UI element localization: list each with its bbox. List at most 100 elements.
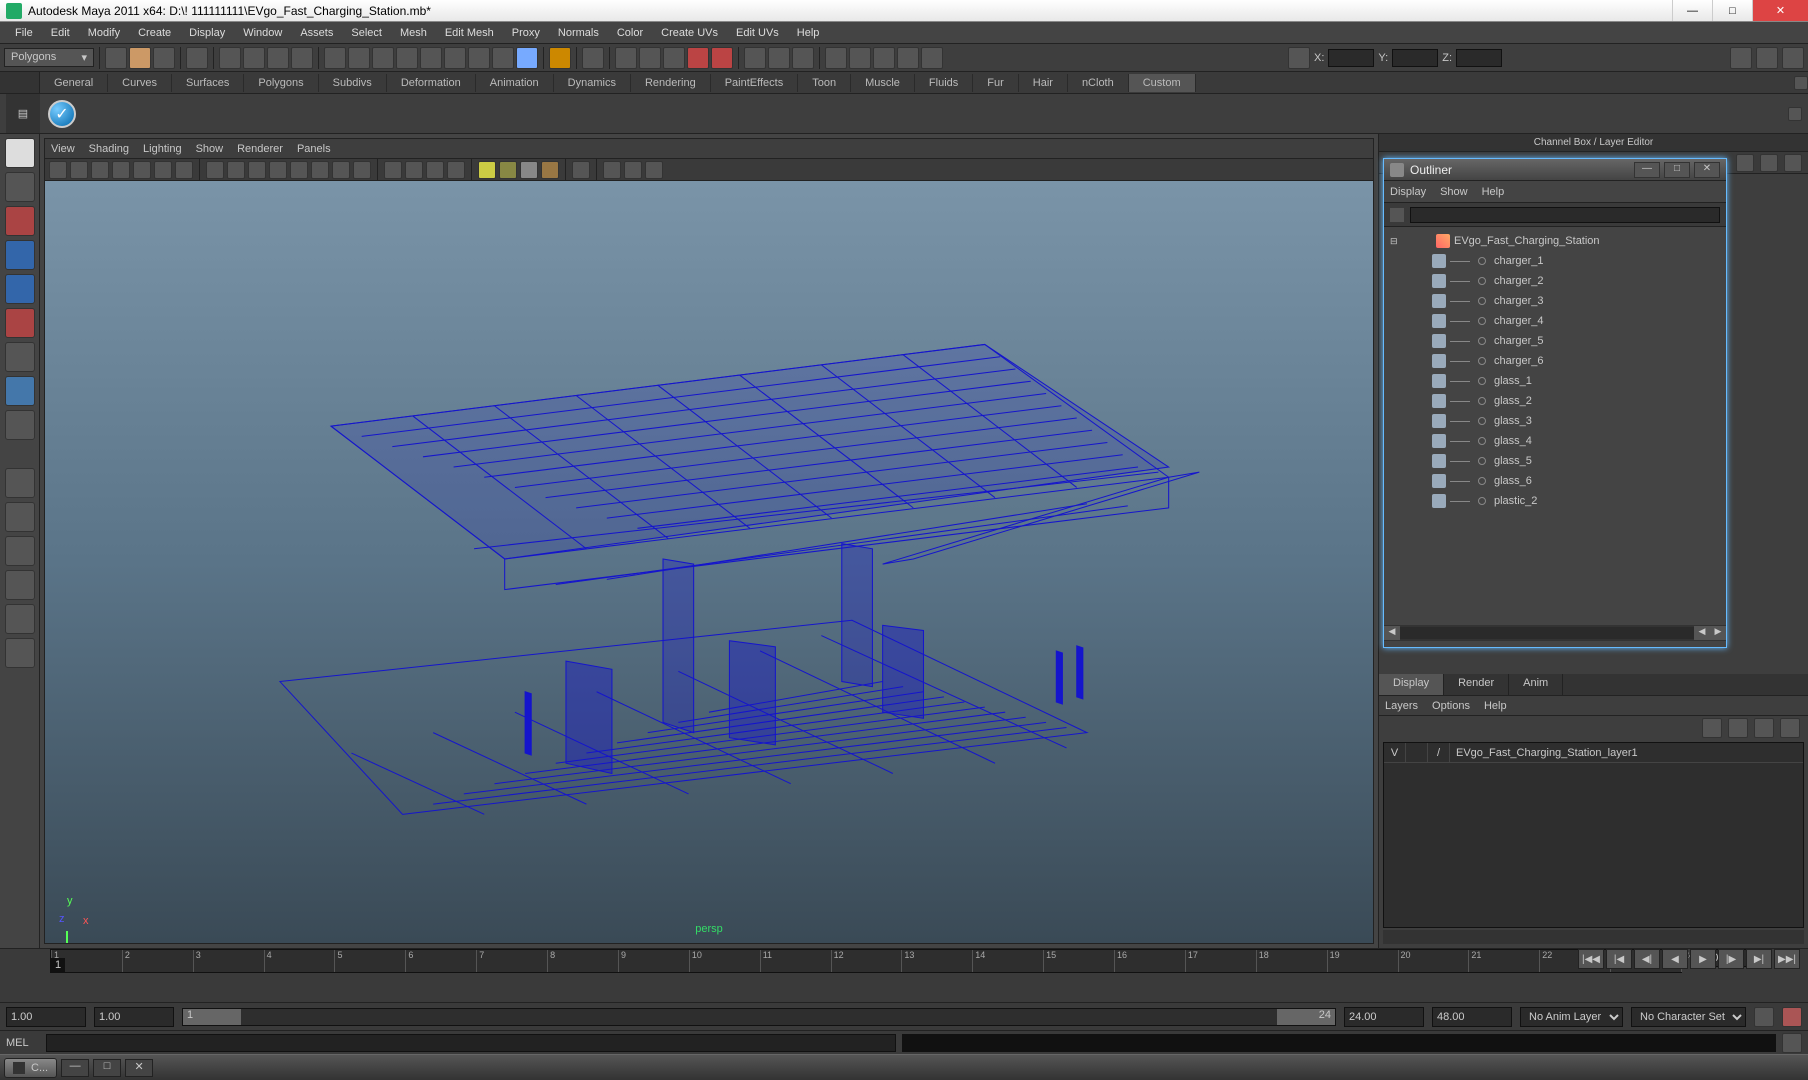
layer-tool-icon[interactable] [1780,718,1800,738]
cb-tool-icon[interactable] [1784,154,1802,172]
taskbar-maximize-button[interactable]: □ [93,1059,121,1077]
scroll-left-icon[interactable]: ◀ [1384,626,1400,640]
maximize-button[interactable]: □ [1712,0,1752,21]
render-icon[interactable] [639,47,661,69]
shelf-tab-fluids[interactable]: Fluids [915,74,973,92]
vp-shading-icon[interactable] [227,161,245,179]
snap-live-icon[interactable] [420,47,442,69]
vp-tool-icon[interactable] [112,161,130,179]
shelf-tab-rendering[interactable]: Rendering [631,74,711,92]
layer-tab-anim[interactable]: Anim [1509,674,1563,695]
menu-modify[interactable]: Modify [79,24,129,42]
ipr-icon[interactable] [663,47,685,69]
anim-layer-select[interactable]: No Anim Layer [1520,1007,1623,1027]
open-scene-icon[interactable] [129,47,151,69]
scroll-right-icon[interactable]: ◀ [1694,626,1710,640]
cmd-language-label[interactable]: MEL [6,1037,40,1049]
shelf-scroll-down-icon[interactable] [1788,107,1802,121]
render-globals-icon[interactable] [687,47,709,69]
outliner-titlebar[interactable]: Outliner — □ ✕ [1384,159,1726,181]
layout-single-icon[interactable] [5,468,35,498]
shelf-tab-hair[interactable]: Hair [1019,74,1068,92]
current-frame-marker[interactable]: 1 [51,958,65,972]
rotate-tool-icon[interactable] [5,274,35,304]
outliner-maximize-button[interactable]: □ [1664,162,1690,178]
vp-light-icon[interactable] [384,161,402,179]
vp-shading-icon[interactable] [332,161,350,179]
shelf-tab-muscle[interactable]: Muscle [851,74,915,92]
script-editor-icon[interactable] [1782,1033,1802,1053]
anim-start-field[interactable] [6,1007,86,1027]
vp-light-icon[interactable] [520,161,538,179]
snap-icon[interactable] [468,47,490,69]
outliner-node[interactable]: glass_1 [1384,371,1726,391]
autokey-icon[interactable] [1754,1007,1774,1027]
menu-edituvs[interactable]: Edit UVs [727,24,788,42]
menu-color[interactable]: Color [608,24,652,42]
outliner-hscrollbar[interactable]: ◀ ◀ ▶ [1384,625,1726,641]
minimize-button[interactable]: — [1672,0,1712,21]
layer-tab-display[interactable]: Display [1379,674,1444,695]
menu-select[interactable]: Select [342,24,391,42]
history-icon[interactable] [549,47,571,69]
layer-tool-icon[interactable] [1728,718,1748,738]
vp-misc-icon[interactable] [603,161,621,179]
outliner-node[interactable]: charger_5 [1384,331,1726,351]
shelf-tab-toon[interactable]: Toon [798,74,851,92]
menu-normals[interactable]: Normals [549,24,608,42]
shelf-tab-polygons[interactable]: Polygons [244,74,318,92]
outliner-node-root[interactable]: ⊟ EVgo_Fast_Charging_Station [1384,231,1726,251]
outliner-menu-show[interactable]: Show [1440,186,1468,198]
layer-visibility-toggle[interactable]: V [1384,743,1406,762]
taskbar-item[interactable]: C... [4,1058,57,1078]
taskbar-close-button[interactable]: ✕ [125,1059,153,1077]
shelf-tab-curves[interactable]: Curves [108,74,172,92]
vp-shading-icon[interactable] [269,161,287,179]
outliner-node[interactable]: charger_1 [1384,251,1726,271]
play-back-button[interactable]: ◀ [1662,949,1688,969]
menu-create[interactable]: Create [129,24,180,42]
move-tool-icon[interactable] [5,240,35,270]
menu-set-selector[interactable]: Polygons▾ [4,48,94,67]
anim-end-field[interactable] [1432,1007,1512,1027]
snap-curve-icon[interactable] [348,47,370,69]
menu-edit[interactable]: Edit [42,24,79,42]
panel-icon[interactable] [897,47,919,69]
paint-select-tool-icon[interactable] [5,206,35,236]
layout-four-icon[interactable] [5,502,35,532]
vp-light-icon[interactable] [447,161,465,179]
menu-window[interactable]: Window [234,24,291,42]
snap-plane-icon[interactable] [396,47,418,69]
layer-menu-layers[interactable]: Layers [1385,700,1418,712]
vp-tool-icon[interactable] [70,161,88,179]
save-scene-icon[interactable] [153,47,175,69]
outliner-node[interactable]: glass_5 [1384,451,1726,471]
outliner-close-button[interactable]: ✕ [1694,162,1720,178]
step-back-button[interactable]: ◀| [1634,949,1660,969]
layer-row[interactable]: V / EVgo_Fast_Charging_Station_layer1 [1384,743,1803,763]
vp-light-icon[interactable] [478,161,496,179]
vp-menu-lighting[interactable]: Lighting [143,143,182,155]
vp-light-icon[interactable] [426,161,444,179]
layout-outliner-icon[interactable] [5,604,35,634]
layout-two-icon[interactable] [5,536,35,566]
character-set-select[interactable]: No Character Set [1631,1007,1746,1027]
undo-icon[interactable] [186,47,208,69]
cmd-input[interactable] [46,1034,896,1052]
vp-tool-icon[interactable] [49,161,67,179]
vp-menu-shading[interactable]: Shading [89,143,129,155]
outliner-node[interactable]: charger_4 [1384,311,1726,331]
shelf-tab-surfaces[interactable]: Surfaces [172,74,244,92]
layer-tool-icon[interactable] [1702,718,1722,738]
shelf-tab-ncloth[interactable]: nCloth [1068,74,1129,92]
shelf-tab-custom[interactable]: Custom [1129,74,1196,92]
shelf-tab-subdivs[interactable]: Subdivs [319,74,387,92]
vp-tool-icon[interactable] [133,161,151,179]
vp-shading-icon[interactable] [353,161,371,179]
outliner-search-input[interactable] [1410,207,1720,223]
layer-tool-icon[interactable] [1754,718,1774,738]
shelf-custom-check-icon[interactable]: ✓ [48,100,76,128]
layout-icon[interactable] [768,47,790,69]
scale-tool-icon[interactable] [5,308,35,338]
playback-end-field[interactable] [1344,1007,1424,1027]
